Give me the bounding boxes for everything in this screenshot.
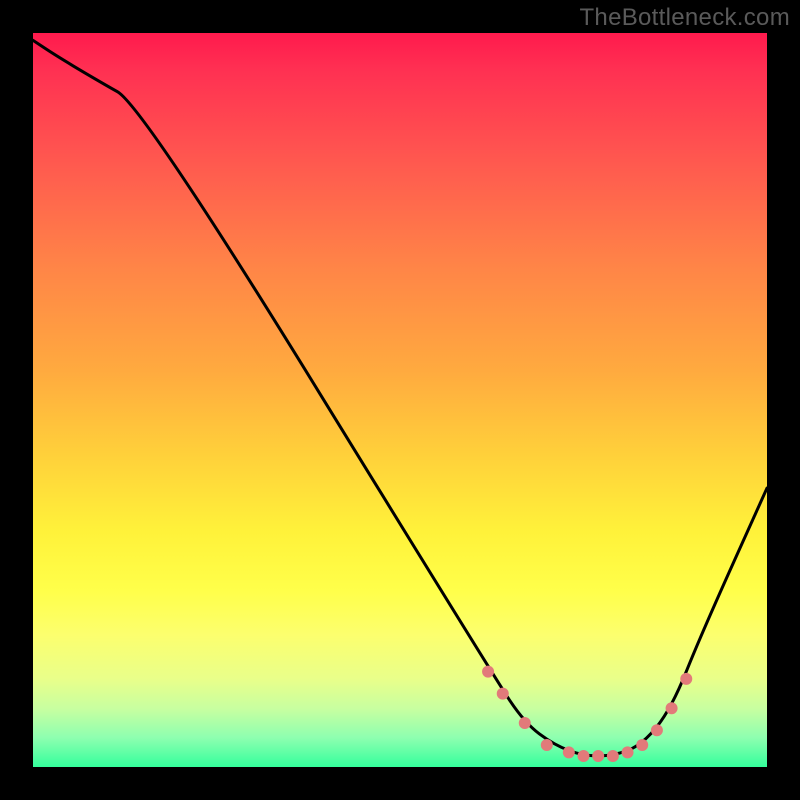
highlight-dot <box>482 666 494 678</box>
highlight-dot <box>541 739 553 751</box>
highlight-dot <box>622 746 634 758</box>
watermark-label: TheBottleneck.com <box>579 4 790 32</box>
chart-frame: TheBottleneck.com <box>0 0 800 800</box>
chart-svg <box>33 33 767 767</box>
highlight-dot <box>497 688 509 700</box>
highlight-dot <box>519 717 531 729</box>
highlight-dot <box>636 739 648 751</box>
highlight-dot <box>592 750 604 762</box>
highlight-dot <box>563 746 575 758</box>
highlight-dot <box>680 673 692 685</box>
highlight-dot <box>666 702 678 714</box>
plot-area <box>33 33 767 767</box>
highlight-dots <box>482 666 692 762</box>
highlight-dot <box>651 724 663 736</box>
highlight-dot <box>578 750 590 762</box>
highlight-dot <box>607 750 619 762</box>
bottleneck-curve <box>33 40 767 756</box>
